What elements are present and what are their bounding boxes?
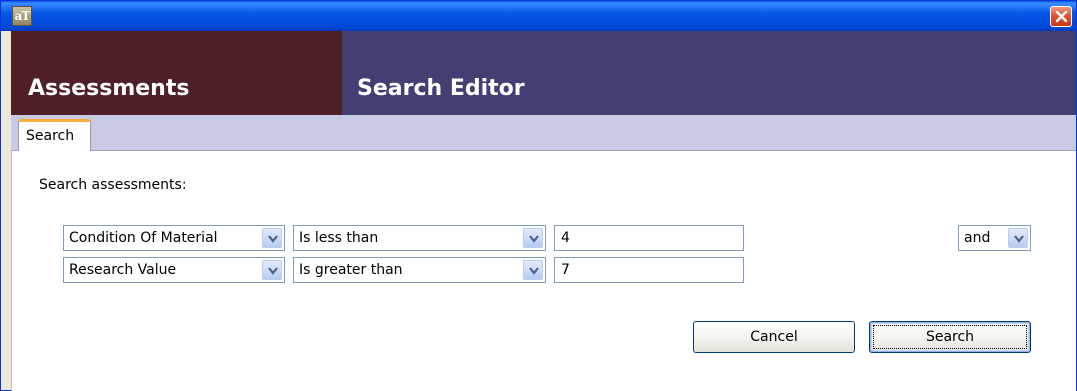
chevron-down-icon (1014, 235, 1024, 243)
search-button[interactable]: Search (869, 321, 1031, 353)
criteria-value-text: 4 (561, 230, 570, 246)
page-title: Search Editor (357, 76, 525, 101)
chevron-down-icon (529, 235, 539, 243)
criteria-operator-select[interactable]: Is greater than (293, 257, 546, 283)
tab-search[interactable]: Search (18, 119, 91, 152)
criteria-field-value: Condition Of Material (69, 230, 218, 246)
dropdown-button[interactable] (1008, 228, 1028, 248)
criteria-field-select[interactable]: Research Value (63, 257, 285, 283)
criteria-operator-value: Is less than (299, 230, 379, 246)
title-bar[interactable]: aT (1, 1, 1076, 31)
search-intro-label: Search assessments: (39, 177, 187, 193)
tab-label: Search (26, 128, 75, 144)
criteria-value-input[interactable]: 4 (554, 225, 744, 251)
chevron-down-icon (529, 267, 539, 275)
section-title: Assessments (28, 76, 190, 101)
chevron-down-icon (268, 267, 278, 275)
close-button[interactable] (1050, 6, 1072, 27)
tab-bar (11, 115, 1076, 151)
search-editor-window: aT Assessments Search Editor Search Sear… (0, 0, 1077, 391)
header-band-left (11, 31, 342, 57)
cancel-button[interactable]: Cancel (693, 321, 855, 353)
criteria-operator-value: Is greater than (299, 262, 403, 278)
dropdown-button[interactable] (262, 260, 282, 280)
dropdown-button[interactable] (262, 228, 282, 248)
search-button-label: Search (870, 322, 1030, 352)
combinator-select[interactable]: and (958, 225, 1031, 251)
criteria-value-input[interactable]: 7 (554, 257, 744, 283)
criteria-field-select[interactable]: Condition Of Material (63, 225, 285, 251)
criteria-value-text: 7 (561, 262, 570, 278)
dropdown-button[interactable] (523, 260, 543, 280)
combinator-value: and (964, 230, 991, 246)
app-icon[interactable]: aT (12, 6, 32, 26)
dropdown-button[interactable] (523, 228, 543, 248)
criteria-field-value: Research Value (69, 262, 177, 278)
close-icon (1055, 10, 1068, 23)
chevron-down-icon (268, 235, 278, 243)
criteria-operator-select[interactable]: Is less than (293, 225, 546, 251)
cancel-button-label: Cancel (750, 329, 798, 345)
